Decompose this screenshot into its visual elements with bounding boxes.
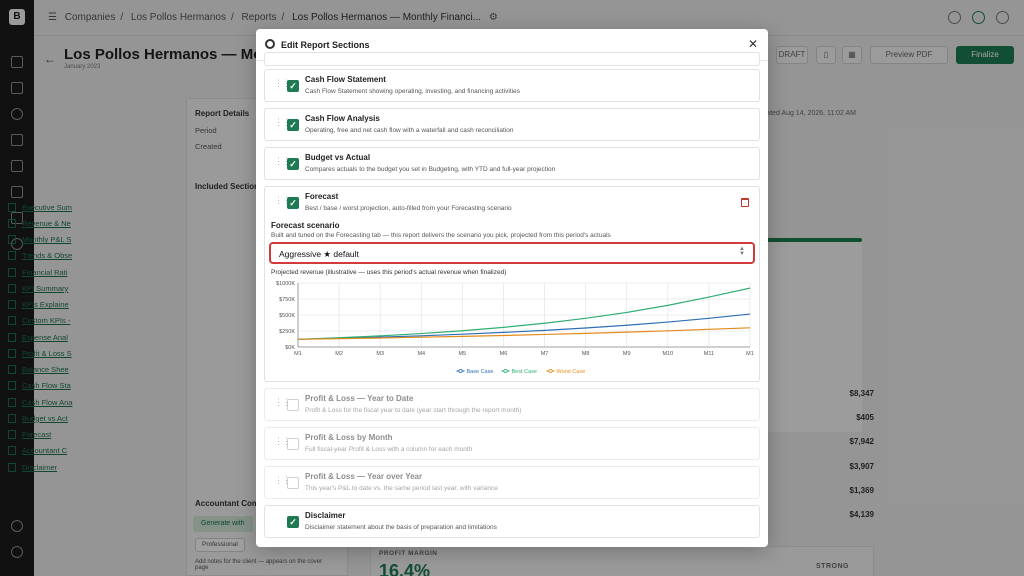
forecast-scenario-select[interactable]: Aggressive ★ default ▲ ▼: [269, 242, 755, 264]
section-card-budget-vs-actual[interactable]: ⋮⋮ ✓ Budget vs Actual Compares actuals t…: [264, 147, 760, 180]
section-title: Profit & Loss — Year over Year: [305, 472, 423, 481]
section-checkbox[interactable]: ✓: [287, 516, 299, 528]
y-tick-label: $500K: [279, 313, 295, 319]
section-title: Profit & Loss by Month: [305, 433, 393, 442]
legend-label: Best Case: [512, 369, 537, 375]
section-card-cash-flow-statement[interactable]: ⋮⋮ ✓ Cash Flow Statement Cash Flow State…: [264, 69, 760, 102]
legend-marker: [548, 369, 553, 374]
modal-title: Edit Report Sections: [281, 40, 370, 50]
section-card-pl-yoy[interactable]: ⋮⋮ Profit & Loss — Year over Year This y…: [264, 466, 760, 499]
section-checkbox[interactable]: ✓: [287, 80, 299, 92]
x-tick-label: M3: [376, 351, 384, 357]
x-tick-label: M4: [417, 351, 425, 357]
section-title: Forecast: [305, 192, 339, 201]
y-tick-label: $750K: [279, 297, 295, 303]
drag-handle-icon[interactable]: ⋮⋮: [274, 196, 291, 205]
modal-body: ⋮⋮ ✓ Cash Flow Statement Cash Flow State…: [256, 52, 768, 547]
section-card-partial: [264, 52, 760, 66]
legend-label: Base Case: [467, 369, 494, 375]
legend-marker: [458, 369, 463, 374]
drag-handle-icon[interactable]: ⋮⋮: [274, 157, 291, 166]
section-description: Compares actuals to the budget you set i…: [305, 166, 556, 173]
forecast-chart-title: Projected revenue (illustrative — uses t…: [271, 269, 507, 276]
legend-label: Worst Case: [557, 369, 586, 375]
section-checkbox[interactable]: [287, 399, 299, 411]
x-tick-label: M6: [500, 351, 508, 357]
x-tick-label: M10: [662, 351, 673, 357]
section-description: Full fiscal-year Profit & Loss with a co…: [305, 446, 473, 453]
select-caret-icon: ▲ ▼: [739, 246, 745, 257]
section-checkbox[interactable]: [287, 477, 299, 489]
section-checkbox[interactable]: ✓: [287, 119, 299, 131]
y-tick-label: $1000K: [276, 281, 295, 287]
section-checkbox[interactable]: ✓: [287, 197, 299, 209]
section-checkbox[interactable]: ✓: [287, 158, 299, 170]
section-card-cash-flow-analysis[interactable]: ⋮⋮ ✓ Cash Flow Analysis Operating, free …: [264, 108, 760, 141]
section-description: Best / base / worst projection, auto-fil…: [305, 205, 512, 212]
x-tick-label: M5: [459, 351, 467, 357]
section-card-disclaimer[interactable]: ✓ Disclaimer Disclaimer statement about …: [264, 505, 760, 538]
x-tick-label: M7: [541, 351, 549, 357]
edit-sections-modal: Edit Report Sections ✕ ⋮⋮ ✓ Cash Flow St…: [256, 29, 768, 547]
section-card-pl-by-month[interactable]: ⋮⋮ Profit & Loss by Month Full fiscal-ye…: [264, 427, 760, 460]
section-title: Profit & Loss — Year to Date: [305, 394, 414, 403]
section-title: Disclaimer: [305, 511, 346, 520]
forecast-line-chart: $0K$250K$500K$750K$1000KM1 M2 M3 M4 M5 M6 M7 M8…: [276, 281, 754, 375]
section-title: Cash Flow Statement: [305, 75, 386, 84]
drag-handle-icon[interactable]: ⋮⋮: [274, 398, 291, 407]
x-tick-label: M1: [746, 351, 754, 357]
section-card-forecast[interactable]: ⋮⋮ ✓ Forecast Best / base / worst projec…: [264, 186, 760, 382]
section-description: This year's P&L to date vs. the same per…: [305, 485, 498, 492]
drag-handle-icon[interactable]: ⋮⋮: [274, 118, 291, 127]
drag-handle-icon[interactable]: ⋮⋮: [274, 476, 291, 485]
x-tick-label: M8: [582, 351, 590, 357]
section-checkbox[interactable]: [287, 438, 299, 450]
drag-handle-icon[interactable]: ⋮⋮: [274, 437, 291, 446]
section-description: Disclaimer statement about the basis of …: [305, 524, 497, 531]
legend-marker: [503, 369, 508, 374]
drag-handle-icon[interactable]: ⋮⋮: [274, 79, 291, 88]
x-tick-label: M2: [335, 351, 343, 357]
forecast-scenario-label: Forecast scenario: [271, 221, 340, 230]
section-title: Budget vs Actual: [305, 153, 371, 162]
section-description: Profit & Loss for the fiscal year to dat…: [305, 407, 522, 414]
y-tick-label: $250K: [279, 329, 295, 335]
forecast-scenario-help: Built and tuned on the Forecasting tab —…: [271, 232, 611, 239]
forecast-scenario-value: Aggressive ★ default: [279, 249, 359, 259]
gear-icon: [265, 39, 275, 49]
x-tick-label: M11: [704, 351, 714, 357]
x-tick-label: M9: [623, 351, 631, 357]
trash-icon[interactable]: [741, 198, 749, 207]
section-title: Cash Flow Analysis: [305, 114, 380, 123]
section-description: Operating, free and net cash flow with a…: [305, 127, 514, 134]
section-description: Cash Flow Statement showing operating, i…: [305, 88, 520, 95]
close-icon[interactable]: ✕: [748, 37, 758, 51]
section-card-pl-ytd[interactable]: ⋮⋮ Profit & Loss — Year to Date Profit &…: [264, 388, 760, 421]
x-tick-label: M1: [294, 351, 302, 357]
